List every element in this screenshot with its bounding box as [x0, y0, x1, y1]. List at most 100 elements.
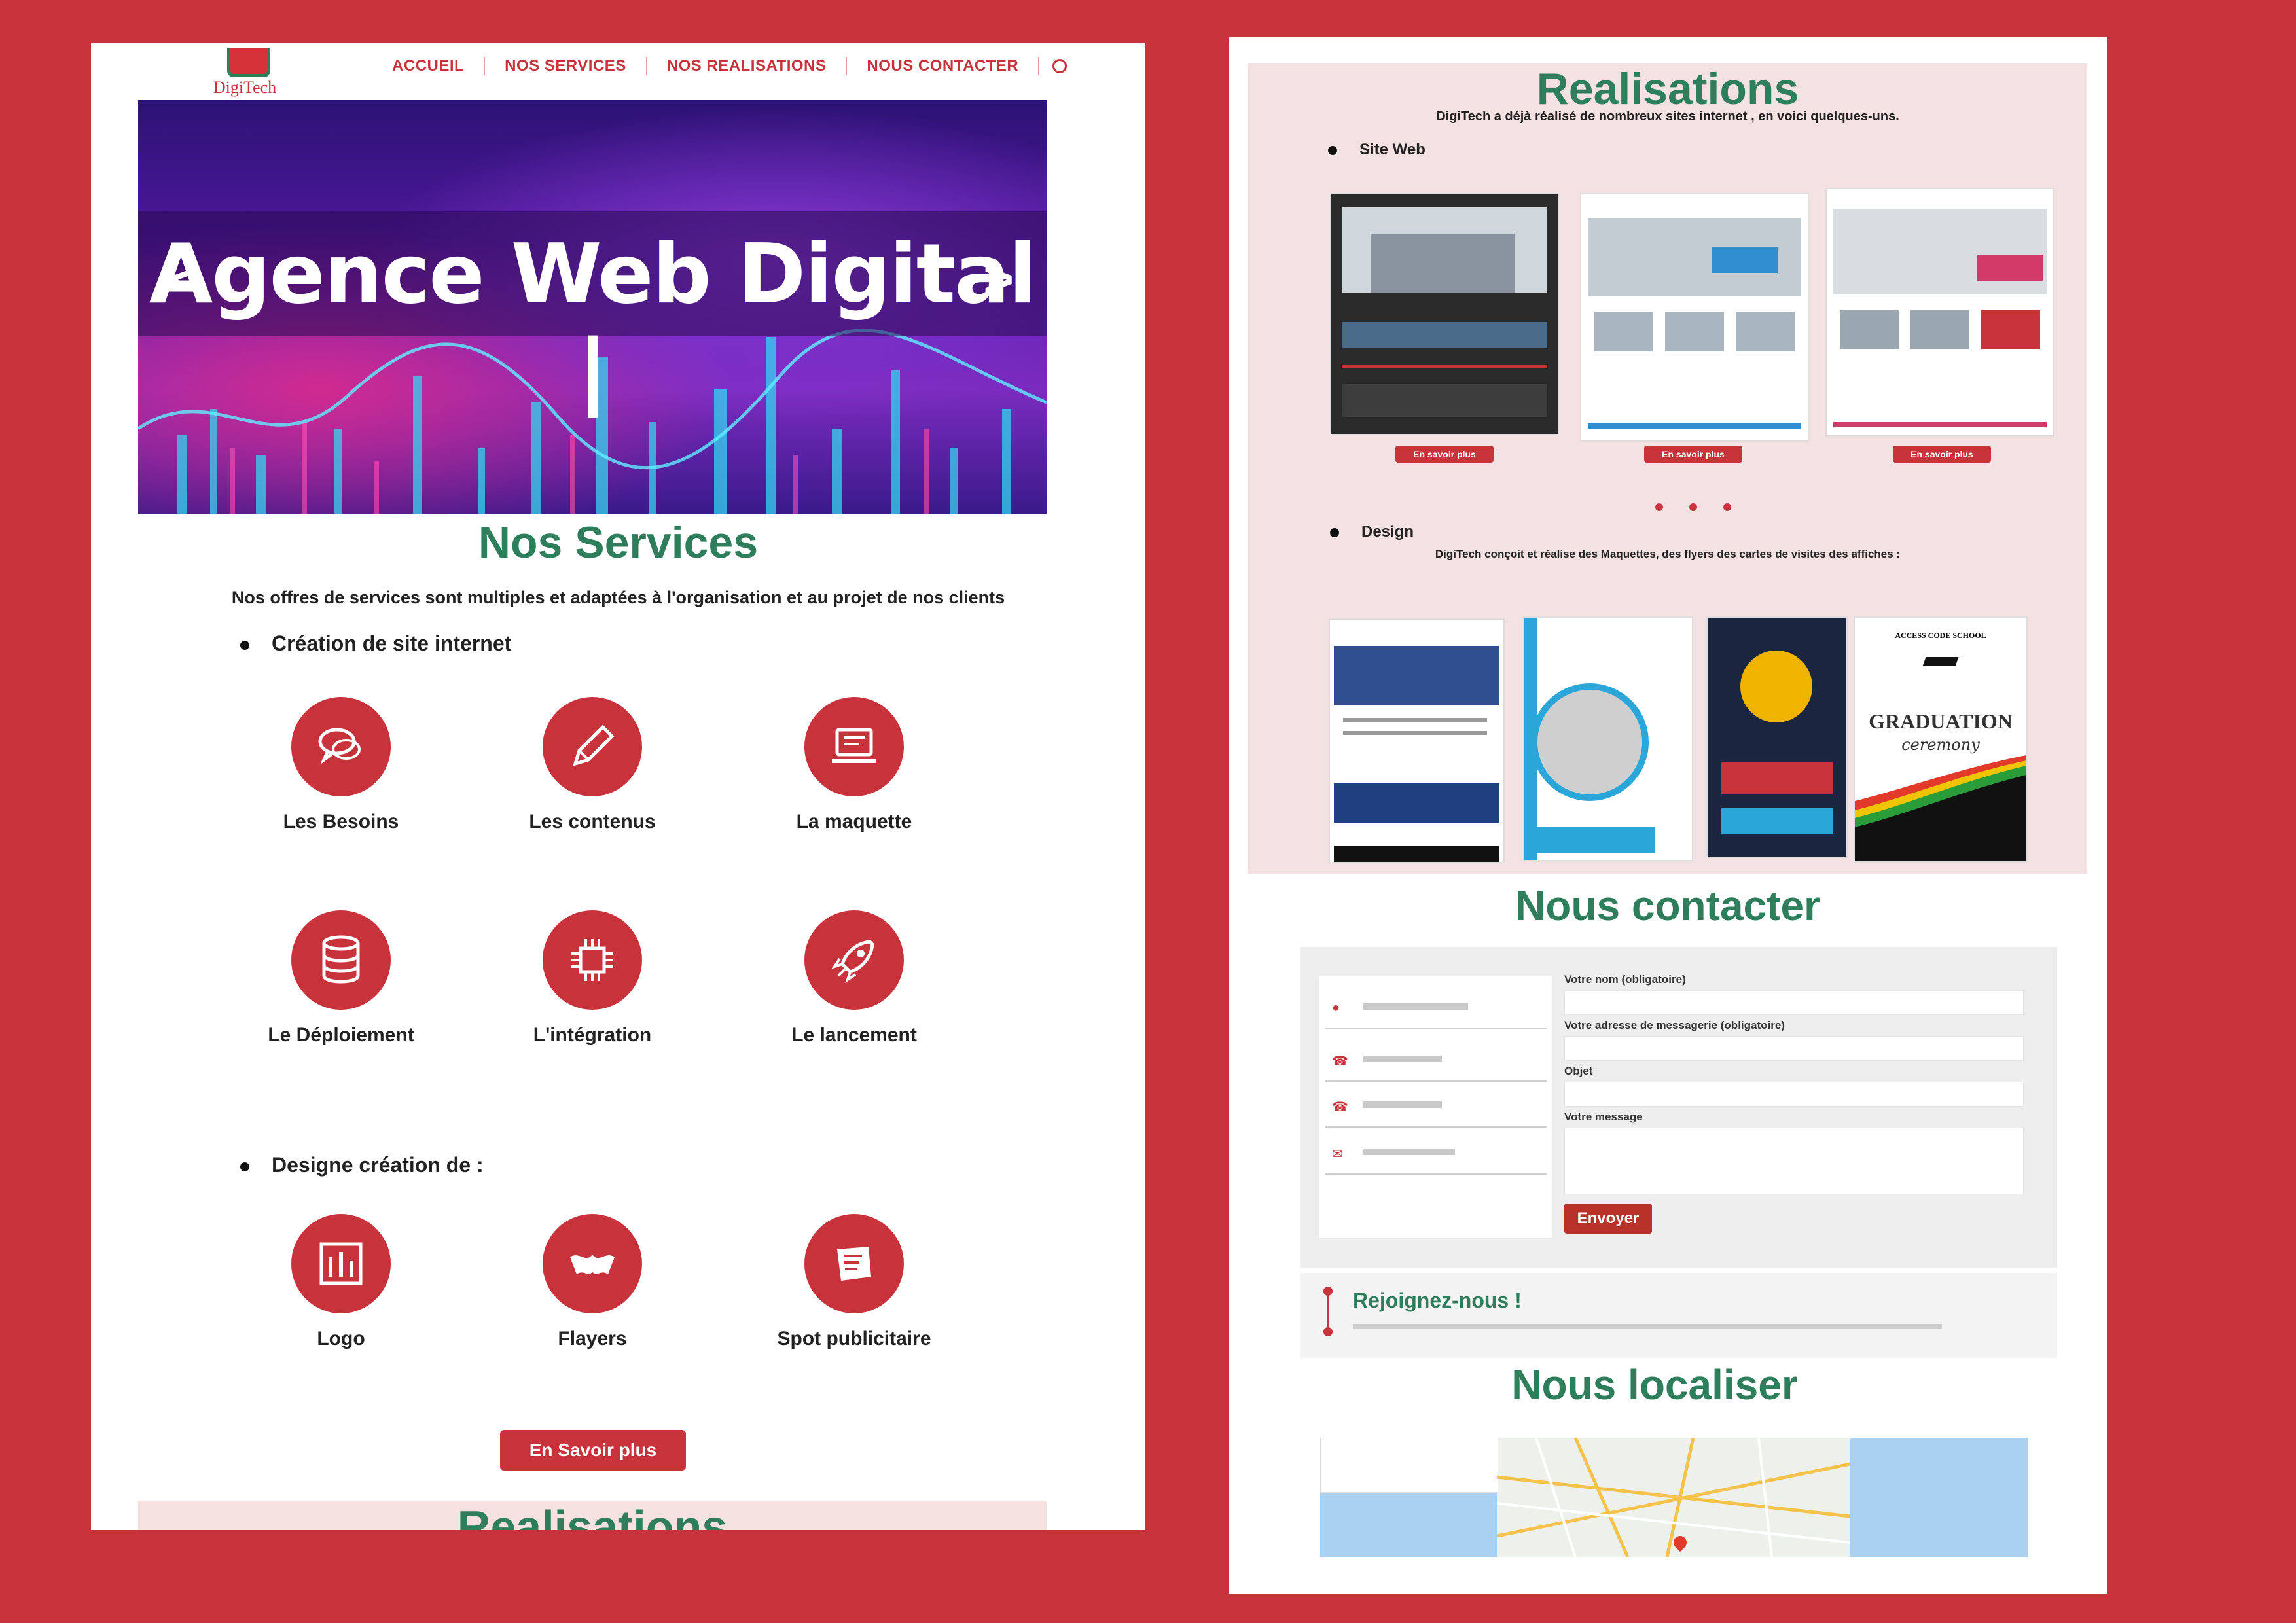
logo-text: DigiTech — [213, 78, 277, 97]
logo-design-icon — [291, 1214, 391, 1313]
site-web-heading: Site Web — [1328, 141, 1426, 159]
services-group1-title: Création de site internet — [240, 632, 511, 656]
service-card-flayers: Flayers — [484, 1214, 700, 1350]
realisations-preview-strip: Realisations — [138, 1501, 1047, 1530]
service-card-maquette: La maquette — [746, 697, 962, 833]
join-us-icon — [1323, 1287, 1333, 1336]
laptop-icon — [804, 697, 904, 796]
service-card-lancement: Le lancement — [746, 910, 962, 1046]
design-thumbnail-3[interactable] — [1706, 616, 1848, 858]
join-us-banner: Rejoignez-nous ! — [1300, 1273, 2057, 1358]
nav-item-services[interactable]: NOS SERVICES — [485, 57, 647, 75]
name-label: Votre nom (obligatoire) — [1564, 973, 1686, 986]
brand-logo[interactable]: DigiTech — [202, 48, 287, 100]
email-text-placeholder — [1363, 1149, 1455, 1155]
send-button[interactable]: Envoyer — [1564, 1204, 1652, 1234]
nav-item-accueil[interactable]: ACCUEIL — [372, 57, 486, 75]
contact-title: Nous contacter — [1515, 882, 1820, 929]
service-card-besoins: Les Besoins — [233, 697, 449, 833]
design-heading: Design — [1330, 523, 1414, 541]
database-icon — [291, 910, 391, 1010]
carousel-dot[interactable] — [1689, 503, 1697, 511]
website-thumbnail-1[interactable] — [1330, 193, 1559, 435]
graduation-cap-icon — [1922, 657, 1959, 666]
chip-icon — [543, 910, 642, 1010]
website-more-button-3[interactable]: En savoir plus — [1893, 446, 1991, 463]
service-title: L'intégration — [533, 1024, 652, 1046]
contact-info-card: ● ☎ ☎ ✉ — [1319, 976, 1552, 1238]
website-thumbnail-2[interactable] — [1580, 193, 1809, 442]
address-text-placeholder — [1363, 1003, 1468, 1010]
services-subtitle: Nos offres de services sont multiples et… — [231, 588, 1005, 607]
message-textarea[interactable] — [1564, 1128, 2024, 1194]
pencil-icon — [543, 697, 642, 796]
contact-section: ● ☎ ☎ ✉ Votre nom (obligatoire) Votre ad… — [1300, 947, 2057, 1268]
design-thumbnail-1[interactable] — [1329, 618, 1505, 863]
name-input[interactable] — [1564, 990, 2024, 1015]
design-thumbnail-2[interactable] — [1523, 616, 1693, 861]
hero-title: Agence Web Digital | — [149, 226, 1037, 418]
locate-title: Nous localiser — [1511, 1361, 1798, 1408]
subject-label: Objet — [1564, 1065, 1593, 1077]
ad-spot-icon — [804, 1214, 904, 1313]
nav-item-contact[interactable]: NOUS CONTACTER — [847, 57, 1040, 75]
services-title: Nos Services — [478, 518, 759, 567]
realisations-title: Realisations — [1536, 64, 1799, 114]
phone-icon: ☎ — [1332, 1100, 1348, 1115]
email-label: Votre adresse de messagerie (obligatoire… — [1564, 1019, 1785, 1031]
phone-icon: ☎ — [1332, 1054, 1348, 1069]
service-title: Spot publicitaire — [777, 1328, 931, 1349]
service-title: Logo — [317, 1328, 365, 1349]
join-us-title: Rejoignez-nous ! — [1353, 1289, 1522, 1312]
realisations-preview-title: Realisations — [457, 1501, 728, 1530]
logo-mark-icon — [227, 48, 270, 77]
service-card-logo: Logo — [233, 1214, 449, 1350]
design-intro: DigiTech conçoit et réalise des Maquette… — [1435, 548, 1901, 560]
graduation-school-name: ACCESS CODE SCHOOL — [1895, 631, 1986, 640]
website-more-button-1[interactable]: En savoir plus — [1395, 446, 1494, 463]
phone-text-placeholder — [1363, 1056, 1442, 1062]
carousel-dot[interactable] — [1655, 503, 1663, 511]
mail-icon: ✉ — [1332, 1147, 1343, 1162]
service-card-spot: Spot publicitaire — [746, 1214, 962, 1350]
top-navigation: DigiTech ACCUEIL NOS SERVICES NOS REALIS… — [91, 43, 1145, 105]
graduation-title: GRADUATION — [1869, 709, 2013, 733]
service-card-contenus: Les contenus — [484, 697, 700, 833]
service-title: Flayers — [558, 1328, 627, 1349]
location-pin-icon: ● — [1332, 1001, 1340, 1015]
homepage-screenshot: DigiTech ACCUEIL NOS SERVICES NOS REALIS… — [91, 43, 1145, 1530]
service-title: Les Besoins — [283, 811, 399, 832]
nav-item-realisations[interactable]: NOS REALISATIONS — [647, 57, 848, 75]
subject-input[interactable] — [1564, 1082, 2024, 1107]
graduation-stripes — [1855, 755, 2026, 861]
chat-icon — [291, 697, 391, 796]
search-icon[interactable] — [1052, 59, 1067, 73]
realisations-intro: DigiTech a déjà réalisé de nombreux site… — [1436, 109, 1899, 124]
services-group2-title: Designe création de : — [240, 1153, 484, 1177]
service-title: Les contenus — [529, 811, 656, 832]
email-input[interactable] — [1564, 1036, 2024, 1061]
phone-text-placeholder — [1363, 1101, 1442, 1108]
contact-phone-row-1: ☎ — [1325, 1035, 1547, 1082]
service-card-deploiement: Le Déploiement — [233, 910, 449, 1046]
website-thumbnail-3[interactable] — [1825, 188, 2054, 437]
map-info-card[interactable] — [1320, 1438, 1498, 1493]
join-us-text-placeholder — [1353, 1324, 1942, 1329]
hero-banner: < > Agence Web Digital | — [138, 100, 1047, 514]
website-more-button-2[interactable]: En savoir plus — [1644, 446, 1742, 463]
service-title: Le Déploiement — [268, 1024, 414, 1046]
portfolio-contact-screenshot: Realisations DigiTech a déjà réalisé de … — [1229, 37, 2107, 1594]
map-embed[interactable] — [1320, 1438, 2028, 1557]
carousel-dot[interactable] — [1723, 503, 1731, 511]
service-title: Le lancement — [791, 1024, 917, 1046]
rocket-icon — [804, 910, 904, 1010]
service-card-integration: L'intégration — [484, 910, 700, 1046]
services-more-button[interactable]: En Savoir plus — [500, 1430, 686, 1471]
contact-phone-row-2: ☎ — [1325, 1080, 1547, 1128]
message-label: Votre message — [1564, 1111, 1643, 1123]
contact-email-row: ✉ — [1325, 1128, 1547, 1175]
design-thumbnail-graduation[interactable]: ACCESS CODE SCHOOL GRADUATION ceremony — [1854, 616, 2028, 863]
contact-address-row: ● — [1325, 982, 1547, 1029]
flyer-icon — [543, 1214, 642, 1313]
service-title: La maquette — [796, 811, 912, 832]
